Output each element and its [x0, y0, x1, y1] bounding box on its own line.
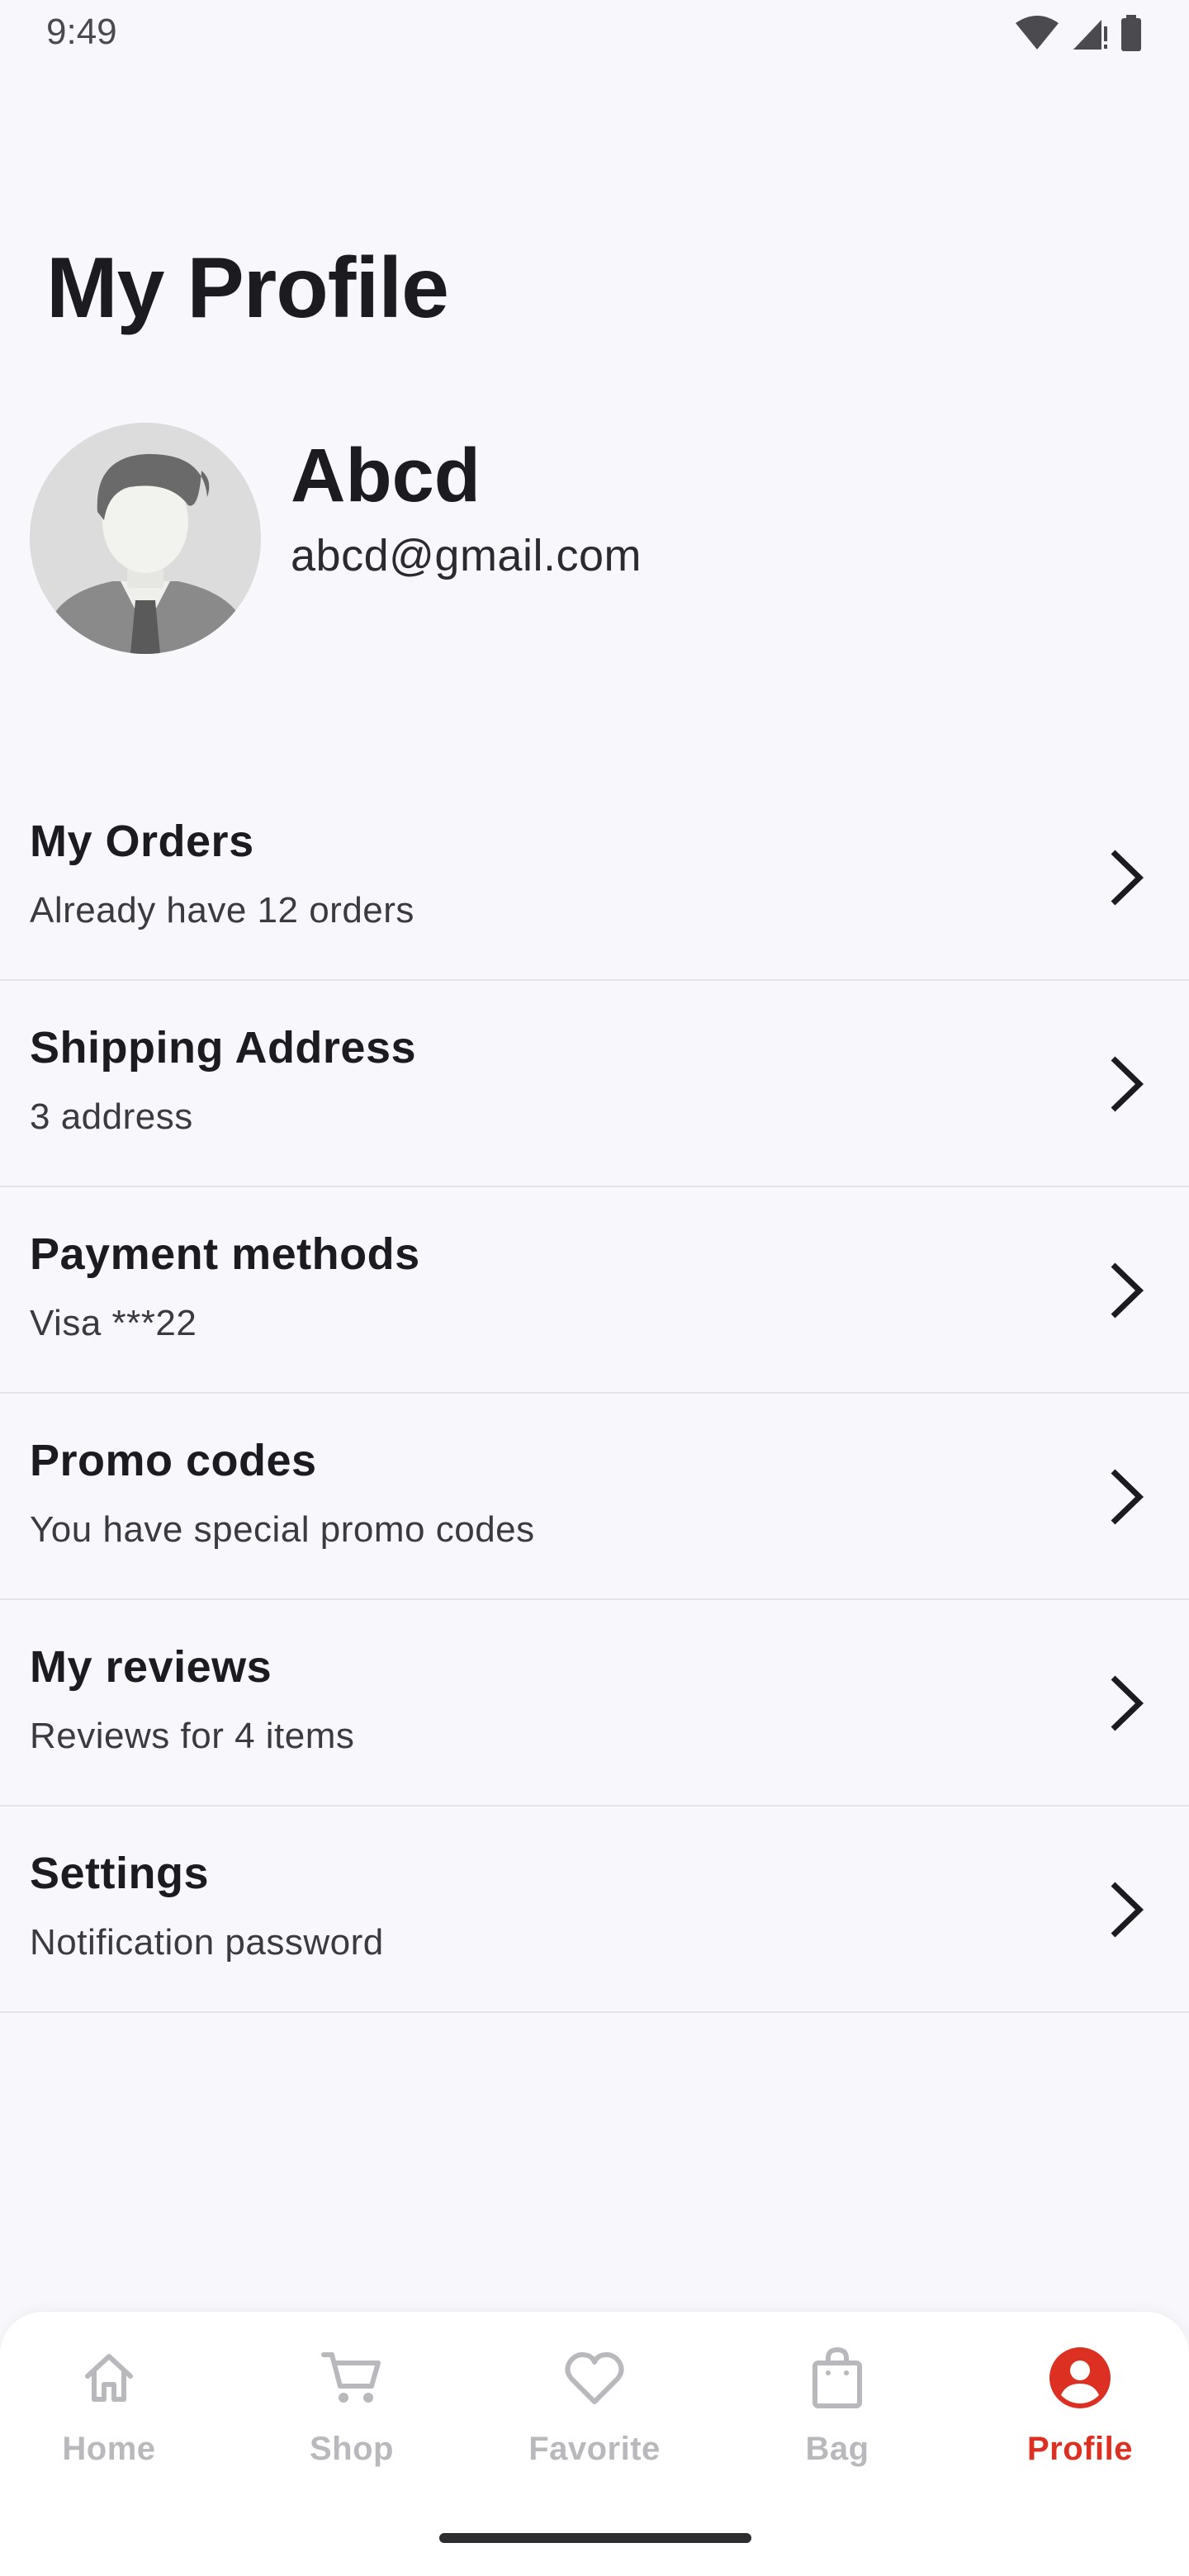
user-name: Abcd: [291, 433, 481, 518]
chevron-right-icon: [1111, 850, 1144, 906]
nav-item-favorite[interactable]: Favorite: [504, 2345, 685, 2510]
menu-item-shipping-address[interactable]: Shipping Address 3 address: [0, 981, 1189, 1187]
cart-icon: [319, 2345, 385, 2411]
status-icons: [1014, 15, 1143, 51]
status-time: 9:49: [46, 12, 117, 52]
avatar[interactable]: [30, 423, 261, 654]
nav-item-profile[interactable]: Profile: [989, 2345, 1171, 2510]
nav-label: Profile: [1027, 2431, 1133, 2467]
menu-item-subtitle: Notification password: [30, 1922, 384, 1963]
wifi-icon: [1014, 15, 1060, 51]
nav-label: Shop: [310, 2431, 394, 2467]
chevron-right-icon: [1111, 1056, 1144, 1112]
chevron-right-icon: [1111, 1882, 1144, 1938]
nav-item-bag[interactable]: Bag: [746, 2345, 928, 2510]
battery-icon: [1120, 15, 1143, 51]
menu-item-subtitle: Already have 12 orders: [30, 890, 414, 930]
menu-item-title: My Orders: [30, 817, 254, 866]
profile-screen: 9:49 My Profile Abcd abcd@gmail.com My O…: [0, 0, 1189, 2576]
profile-menu-list: My Orders Already have 12 orders Shippin…: [0, 774, 1189, 2013]
menu-item-subtitle: You have special promo codes: [30, 1509, 535, 1550]
nav-item-home[interactable]: Home: [18, 2345, 200, 2510]
home-icon: [76, 2345, 142, 2411]
menu-item-settings[interactable]: Settings Notification password: [0, 1807, 1189, 2013]
heart-icon: [561, 2345, 628, 2411]
nav-label: Home: [62, 2431, 156, 2467]
chevron-right-icon: [1111, 1469, 1144, 1525]
chevron-right-icon: [1111, 1675, 1144, 1731]
menu-item-subtitle: Reviews for 4 items: [30, 1716, 355, 1756]
home-indicator-bar[interactable]: [439, 2533, 751, 2543]
profile-icon: [1047, 2345, 1113, 2411]
menu-item-title: My reviews: [30, 1642, 272, 1692]
nav-label: Favorite: [528, 2431, 661, 2467]
page-title: My Profile: [46, 240, 449, 336]
user-email: abcd@gmail.com: [291, 531, 642, 580]
menu-item-title: Settings: [30, 1849, 210, 1898]
bag-icon: [804, 2345, 870, 2411]
menu-item-title: Payment methods: [30, 1229, 420, 1279]
menu-item-my-reviews[interactable]: My reviews Reviews for 4 items: [0, 1600, 1189, 1807]
cellular-signal-icon: [1072, 15, 1108, 51]
menu-item-my-orders[interactable]: My Orders Already have 12 orders: [0, 774, 1189, 981]
menu-item-payment-methods[interactable]: Payment methods Visa ***22: [0, 1187, 1189, 1394]
chevron-right-icon: [1111, 1262, 1144, 1319]
menu-item-subtitle: 3 address: [30, 1096, 193, 1137]
menu-item-title: Promo codes: [30, 1436, 317, 1485]
nav-item-shop[interactable]: Shop: [261, 2345, 443, 2510]
menu-item-subtitle: Visa ***22: [30, 1303, 197, 1343]
status-bar: 9:49: [0, 0, 1189, 69]
menu-item-promo-codes[interactable]: Promo codes You have special promo codes: [0, 1394, 1189, 1600]
menu-item-title: Shipping Address: [30, 1023, 417, 1073]
nav-label: Bag: [805, 2431, 869, 2467]
